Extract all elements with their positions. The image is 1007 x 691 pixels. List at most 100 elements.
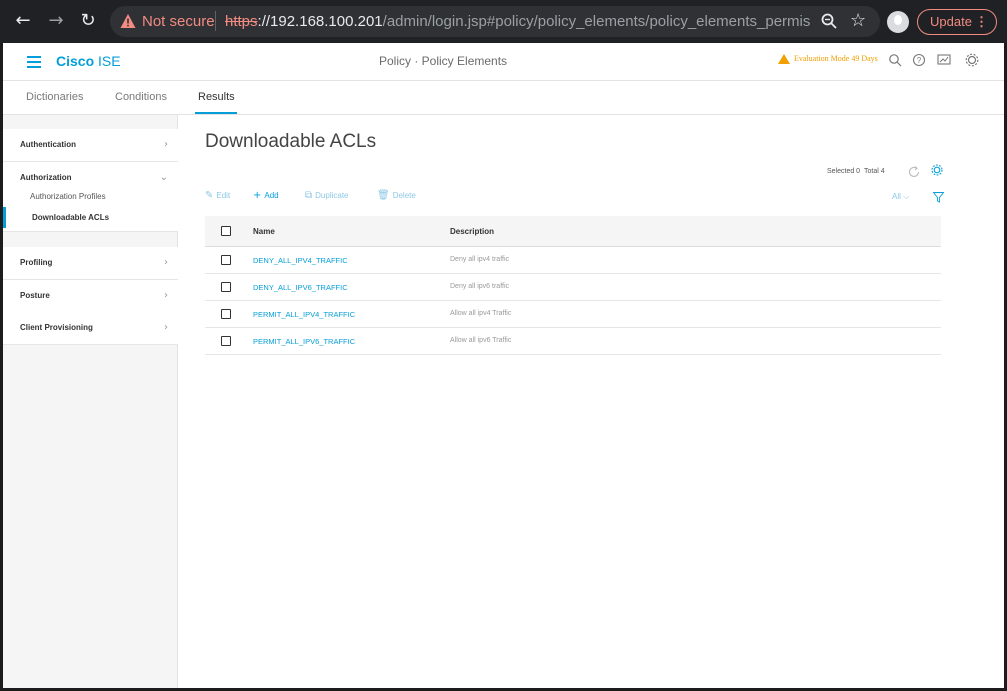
row-checkbox[interactable]	[221, 255, 231, 265]
table-toolbar: ✎ Edit + Add ⧉ Duplicate 🗑 Delete All ⌵	[205, 190, 965, 206]
dashboard-icon[interactable]	[937, 53, 951, 67]
add-label: Add	[264, 191, 279, 200]
total-count: Total 4	[863, 168, 885, 175]
sidebar: Authentication › Authorization ⌄ Authori…	[3, 115, 178, 688]
column-header-description[interactable]: Description	[450, 227, 494, 236]
table-settings-icon[interactable]	[931, 164, 943, 176]
chevron-right-icon: ›	[164, 290, 168, 301]
sidebar-item-downloadable-acls[interactable]: Downloadable ACLs	[3, 207, 178, 228]
svg-text:?: ?	[917, 56, 922, 65]
sidebar-group-posture: Posture ›	[3, 280, 178, 313]
url-host: ://192.168.100.201	[257, 13, 383, 30]
acl-description: Allow all ipv6 Traffic	[450, 337, 512, 344]
not-secure-label[interactable]: Not secure	[142, 13, 215, 30]
row-checkbox[interactable]	[221, 336, 231, 346]
filter-select-value: All	[892, 192, 901, 201]
acl-name-link[interactable]: PERMIT_ALL_IPV6_TRAFFIC	[253, 337, 355, 346]
sidebar-item-label: Downloadable ACLs	[32, 213, 110, 222]
edit-label: Edit	[216, 191, 231, 200]
ise-app: Cisco ISE Policy · Policy Elements Evalu…	[3, 43, 1004, 688]
plus-icon: +	[253, 190, 262, 201]
app-header: Cisco ISE Policy · Policy Elements Evalu…	[3, 43, 1004, 81]
sidebar-item-label: Authorization Profiles	[30, 192, 106, 201]
edit-button[interactable]: ✎ Edit	[205, 190, 230, 201]
table-row[interactable]: DENY_ALL_IPV6_TRAFFIC Deny all ipv6 traf…	[205, 274, 941, 301]
reload-icon[interactable]: ↻	[79, 12, 97, 30]
help-icon[interactable]: ?	[912, 53, 926, 67]
delete-label: Delete	[392, 191, 416, 200]
filter-select[interactable]: All ⌵	[892, 192, 909, 202]
forward-arrow-icon[interactable]: →	[47, 12, 65, 30]
hamburger-menu-icon[interactable]	[27, 56, 41, 68]
search-icon[interactable]	[888, 53, 902, 67]
column-header-name[interactable]: Name	[253, 227, 275, 236]
url-path: /admin/login.jsp#policy/policy_elements/…	[382, 13, 810, 30]
sidebar-group-authentication: Authentication ›	[3, 129, 178, 162]
sidebar-item-client-provisioning[interactable]: Client Provisioning ›	[3, 312, 178, 344]
settings-gear-icon[interactable]	[965, 53, 979, 67]
address-separator	[215, 11, 216, 31]
sidebar-group-profiling: Profiling ›	[3, 247, 178, 280]
table-header: Name Description	[205, 216, 941, 247]
trash-icon: 🗑	[377, 190, 390, 201]
select-all-checkbox[interactable]	[221, 226, 231, 236]
chevron-down-icon: ⌵	[903, 192, 910, 201]
sidebar-item-label: Authentication	[20, 140, 76, 149]
refresh-icon[interactable]	[907, 165, 921, 179]
acl-description: Deny all ipv4 traffic	[450, 256, 510, 263]
brand-light: ISE	[98, 53, 121, 69]
sidebar-group-authorization: Authorization ⌄ Authorization Profiles D…	[3, 162, 178, 232]
content-title: Downloadable ACLs	[205, 131, 377, 152]
sub-navigation: Dictionaries Conditions Results	[3, 81, 1004, 115]
table-row[interactable]: PERMIT_ALL_IPV4_TRAFFIC Allow all ipv4 T…	[205, 301, 941, 328]
row-checkbox[interactable]	[221, 309, 231, 319]
sidebar-item-authorization-profiles[interactable]: Authorization Profiles	[3, 186, 178, 207]
selection-summary: Selected 0 Total 4	[827, 168, 885, 175]
chevron-right-icon: ›	[164, 139, 168, 150]
duplicate-label: Duplicate	[315, 191, 349, 200]
url-scheme: https	[225, 13, 258, 30]
update-label: Update	[930, 14, 972, 29]
page-title: Policy · Policy Elements	[379, 54, 508, 68]
duplicate-button[interactable]: ⧉ Duplicate	[305, 190, 349, 201]
acl-name-link[interactable]: DENY_ALL_IPV4_TRAFFIC	[253, 256, 348, 265]
tab-results[interactable]: Results	[198, 91, 235, 103]
evaluation-badge[interactable]: Evaluation Mode 49 Days	[778, 54, 878, 65]
bookmark-star-icon[interactable]: ☆	[850, 10, 866, 31]
acl-name-link[interactable]: DENY_ALL_IPV6_TRAFFIC	[253, 283, 348, 292]
table-row[interactable]: PERMIT_ALL_IPV6_TRAFFIC Allow all ipv6 T…	[205, 328, 941, 355]
sidebar-group-client-provisioning: Client Provisioning ›	[3, 312, 178, 345]
sidebar-item-label: Authorization	[20, 173, 72, 182]
warning-triangle-icon	[778, 54, 790, 65]
address-bar[interactable]: Not secure https://192.168.100.201/admin…	[110, 6, 880, 37]
evaluation-text: Evaluation Mode 49 Days	[794, 54, 878, 63]
acl-table: Name Description DENY_ALL_IPV4_TRAFFIC D…	[205, 216, 941, 355]
more-menu-icon[interactable]: ⋮	[975, 10, 988, 34]
delete-button[interactable]: 🗑 Delete	[377, 190, 416, 201]
update-button[interactable]: Update ⋮	[917, 9, 997, 35]
brand-logo[interactable]: Cisco ISE	[56, 53, 121, 69]
sidebar-item-label: Client Provisioning	[20, 323, 93, 332]
tab-dictionaries[interactable]: Dictionaries	[26, 91, 83, 103]
sidebar-item-posture[interactable]: Posture ›	[3, 280, 178, 312]
pencil-icon: ✎	[205, 190, 214, 201]
row-checkbox[interactable]	[221, 282, 231, 292]
zoom-icon[interactable]	[820, 12, 838, 30]
filter-funnel-icon[interactable]	[933, 192, 944, 203]
browser-toolbar: ← → ↻ Not secure https://192.168.100.201…	[0, 0, 1007, 43]
acl-name-link[interactable]: PERMIT_ALL_IPV4_TRAFFIC	[253, 310, 355, 319]
tab-conditions[interactable]: Conditions	[115, 91, 167, 103]
add-button[interactable]: + Add	[253, 190, 279, 201]
sidebar-item-profiling[interactable]: Profiling ›	[3, 247, 178, 279]
sidebar-item-label: Posture	[20, 291, 50, 300]
duplicate-icon: ⧉	[305, 190, 313, 201]
acl-description: Deny all ipv6 traffic	[450, 283, 510, 290]
chevron-right-icon: ›	[164, 257, 168, 268]
url-text[interactable]: https://192.168.100.201/admin/login.jsp#…	[225, 13, 810, 30]
back-arrow-icon[interactable]: ←	[14, 12, 32, 30]
active-tab-indicator	[195, 112, 237, 114]
profile-avatar[interactable]	[887, 11, 909, 33]
table-row[interactable]: DENY_ALL_IPV4_TRAFFIC Deny all ipv4 traf…	[205, 247, 941, 274]
sidebar-item-authentication[interactable]: Authentication ›	[3, 129, 178, 161]
selected-count: Selected 0	[827, 168, 861, 175]
